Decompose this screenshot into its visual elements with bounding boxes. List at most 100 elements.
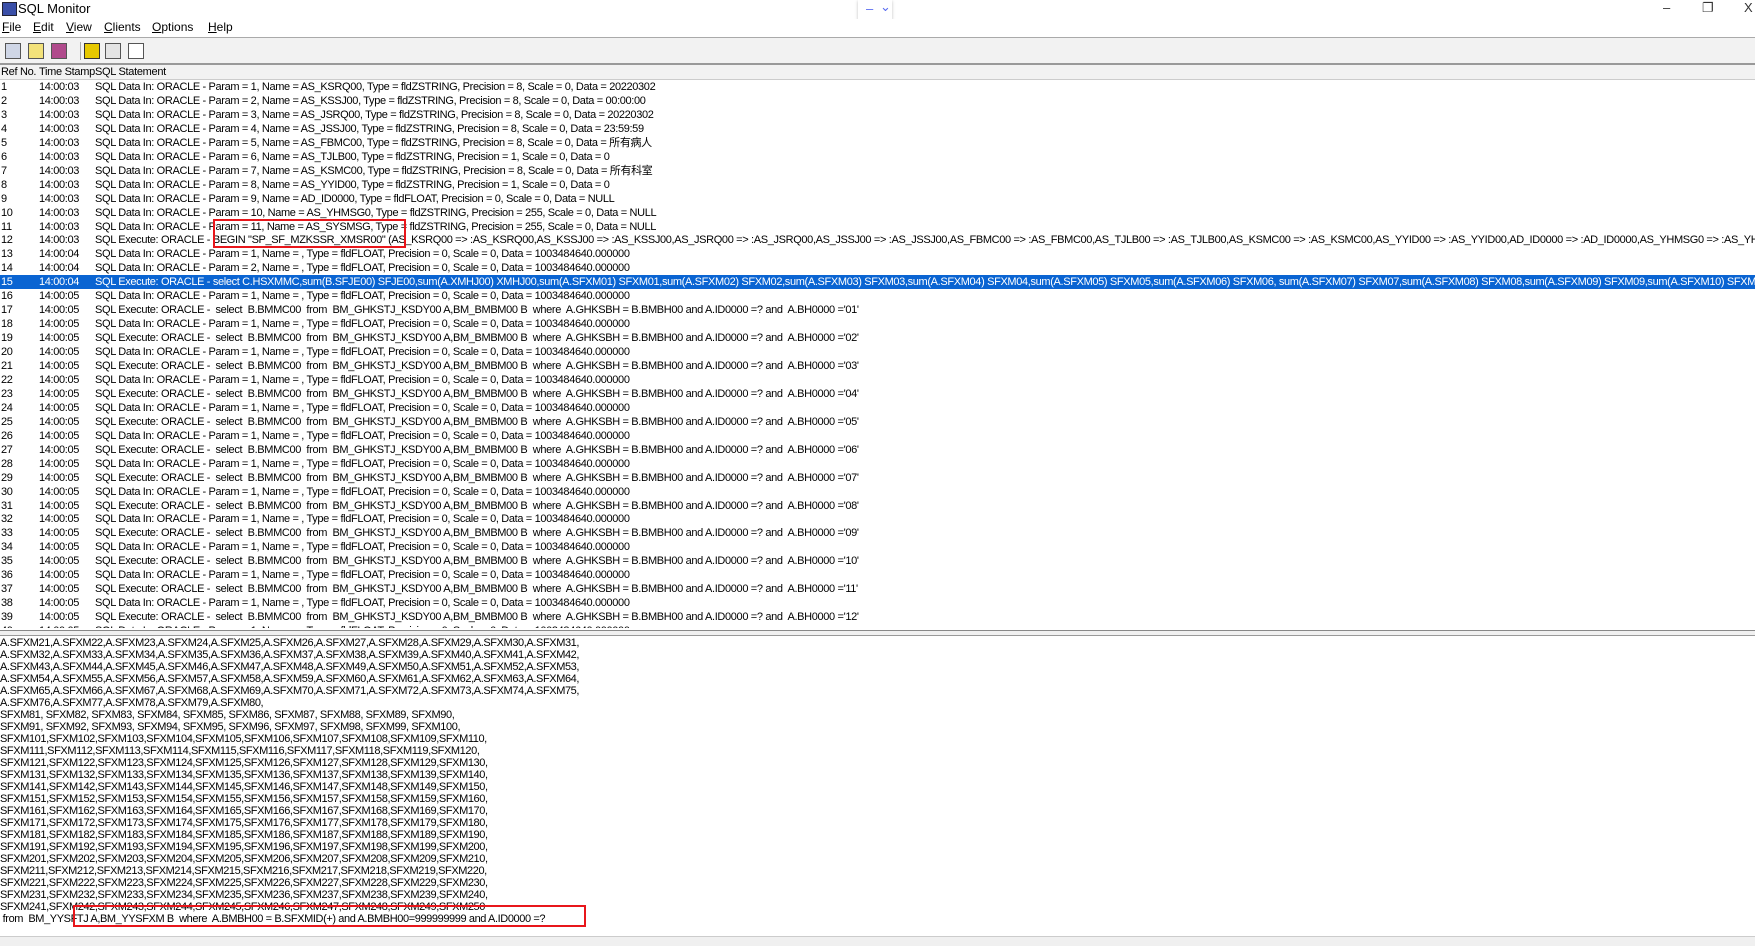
table-row[interactable]: 17 14:00:05 SQL Execute: ORACLE - select B…: [0, 303, 1755, 317]
table-row[interactable]: 29 14:00:05 SQL Execute: ORACLE - select B…: [0, 471, 1755, 485]
menu-clients[interactable]: Clients: [104, 20, 141, 34]
table-row[interactable]: 37 14:00:05 SQL Execute: ORACLE - select B…: [0, 582, 1755, 596]
table-row[interactable]: 13 14:00:04 SQL Data In: ORACLE - Param = …: [0, 247, 1755, 261]
column-ref-no[interactable]: Ref No.: [1, 66, 37, 78]
save-log-icon[interactable]: [5, 43, 21, 59]
table-row[interactable]: 4 14:00:03 SQL Data In: ORACLE - Param = 4…: [0, 122, 1755, 136]
cell-time-stamp: 14:00:05: [39, 443, 80, 456]
table-row[interactable]: 8 14:00:03 SQL Data In: ORACLE - Param = 8…: [0, 178, 1755, 192]
table-row[interactable]: 30 14:00:05 SQL Data In: ORACLE - Param = …: [0, 485, 1755, 499]
checklist-icon[interactable]: [128, 43, 144, 59]
table-row[interactable]: 15 14:00:04 SQL Execute: ORACLE - select C…: [0, 275, 1755, 290]
table-row[interactable]: 36 14:00:05 SQL Data In: ORACLE - Param = …: [0, 568, 1755, 582]
table-row[interactable]: 26 14:00:05 SQL Data In: ORACLE - Param = …: [0, 429, 1755, 443]
table-row[interactable]: 38 14:00:05 SQL Data In: ORACLE - Param = …: [0, 596, 1755, 610]
table-row[interactable]: 1 14:00:03 SQL Data In: ORACLE - Param = 1…: [0, 80, 1755, 94]
cell-time-stamp: 14:00:05: [39, 401, 80, 414]
table-row[interactable]: 14 14:00:04 SQL Data In: ORACLE - Param = …: [0, 261, 1755, 275]
pause-icon[interactable]: [84, 43, 100, 59]
cell-ref-no: 40: [1, 624, 13, 628]
cell-time-stamp: 14:00:05: [39, 457, 80, 470]
pane-splitter[interactable]: [0, 630, 1755, 636]
cell-sql-statement: SQL Data In: ORACLE - Param = 1, Name = …: [95, 290, 630, 303]
table-row[interactable]: 11 14:00:03 SQL Data In: ORACLE - Param = …: [0, 220, 1755, 234]
cell-time-stamp: 14:00:03: [39, 136, 80, 149]
sql-detail-pane[interactable]: A.SFXM21,A.SFXM22,A.SFXM23,A.SFXM24,A.SF…: [0, 637, 1755, 933]
table-row[interactable]: 20 14:00:05 SQL Data In: ORACLE - Param = …: [0, 345, 1755, 359]
column-time-stamp[interactable]: Time Stamp: [39, 66, 95, 78]
menu-file[interactable]: File: [2, 20, 21, 34]
clear-icon[interactable]: [51, 43, 67, 59]
menu-view[interactable]: View: [66, 20, 92, 34]
table-row[interactable]: 18 14:00:05 SQL Data In: ORACLE - Param = …: [0, 317, 1755, 331]
window-title: SQL Monitor: [18, 1, 91, 16]
chevron-down-icon[interactable]: ⌄: [880, 0, 891, 15]
table-row[interactable]: 35 14:00:05 SQL Execute: ORACLE - select B…: [0, 554, 1755, 568]
table-row[interactable]: 31 14:00:05 SQL Execute: ORACLE - select B…: [0, 499, 1755, 513]
table-row[interactable]: 5 14:00:03 SQL Data In: ORACLE - Param = 5…: [0, 136, 1755, 150]
cell-ref-no: 36: [1, 569, 13, 582]
detail-line: SFXM81, SFXM82, SFXM83, SFXM84, SFXM85, …: [0, 709, 455, 721]
cell-time-stamp: 14:00:05: [39, 597, 80, 610]
table-row[interactable]: 34 14:00:05 SQL Data In: ORACLE - Param = …: [0, 540, 1755, 554]
cell-time-stamp: 14:00:05: [39, 513, 80, 526]
table-row[interactable]: 21 14:00:05 SQL Execute: ORACLE - select B…: [0, 359, 1755, 373]
table-row[interactable]: 22 14:00:05 SQL Data In: ORACLE - Param = …: [0, 373, 1755, 387]
table-row[interactable]: 12 14:00:03 SQL Execute: ORACLE - BEGIN "S…: [0, 233, 1755, 247]
detail-line: A.SFXM76,A.SFXM77,A.SFXM78,A.SFXM79,A.SF…: [0, 697, 264, 709]
table-row[interactable]: 25 14:00:05 SQL Execute: ORACLE - select B…: [0, 415, 1755, 429]
cell-time-stamp: 14:00:05: [39, 290, 80, 303]
table-row[interactable]: 32 14:00:05 SQL Data In: ORACLE - Param = …: [0, 512, 1755, 526]
trace-options-icon[interactable]: [105, 43, 121, 59]
cell-sql-statement: SQL Data In: ORACLE - Param = 7, Name = …: [95, 164, 653, 177]
detail-line: SFXM201,SFXM202,SFXM203,SFXM204,SFXM205,…: [0, 853, 488, 865]
cell-time-stamp: 14:00:05: [39, 583, 80, 596]
table-row[interactable]: 39 14:00:05 SQL Execute: ORACLE - select B…: [0, 610, 1755, 624]
cell-sql-statement: SQL Execute: ORACLE - select B.BMMC00 fr…: [95, 443, 859, 456]
cell-sql-statement: SQL Data In: ORACLE - Param = 1, Name = …: [95, 541, 630, 554]
cell-sql-statement: SQL Data In: ORACLE - Param = 5, Name = …: [95, 136, 652, 149]
table-row[interactable]: 6 14:00:03 SQL Data In: ORACLE - Param = 6…: [0, 150, 1755, 164]
detail-line: A.SFXM54,A.SFXM55,A.SFXM56,A.SFXM57,A.SF…: [0, 673, 580, 685]
minimize-button[interactable]: –: [1663, 0, 1670, 15]
cell-time-stamp: 14:00:04: [39, 276, 80, 289]
table-row[interactable]: 7 14:00:03 SQL Data In: ORACLE - Param = 7…: [0, 164, 1755, 178]
cell-ref-no: 34: [1, 541, 13, 554]
close-button[interactable]: X: [1744, 0, 1753, 15]
cell-ref-no: 20: [1, 346, 13, 359]
table-row[interactable]: 9 14:00:03 SQL Data In: ORACLE - Param = 9…: [0, 192, 1755, 206]
menu-help[interactable]: Help: [208, 20, 233, 34]
column-sql-statement[interactable]: SQL Statement: [95, 66, 166, 78]
table-row[interactable]: 23 14:00:05 SQL Execute: ORACLE - select B…: [0, 387, 1755, 401]
minus-icon[interactable]: –: [866, 1, 873, 16]
cell-ref-no: 32: [1, 513, 13, 526]
cell-sql-statement: SQL Data In: ORACLE - Param = 1, Name = …: [95, 569, 630, 582]
table-row[interactable]: 40 14:00:05 SQL Data In: ORACLE - Param = …: [0, 624, 1755, 628]
table-row[interactable]: 16 14:00:05 SQL Data In: ORACLE - Param = …: [0, 289, 1755, 303]
table-row[interactable]: 10 14:00:03 SQL Data In: ORACLE - Param = …: [0, 206, 1755, 220]
detail-line: SFXM181,SFXM182,SFXM183,SFXM184,SFXM185,…: [0, 829, 488, 841]
table-row[interactable]: 28 14:00:05 SQL Data In: ORACLE - Param = …: [0, 457, 1755, 471]
cell-ref-no: 14: [1, 262, 13, 275]
cell-sql-statement: SQL Data In: ORACLE - Param = 6, Name = …: [95, 150, 610, 163]
menu-options[interactable]: Options: [152, 20, 193, 34]
table-row[interactable]: 19 14:00:05 SQL Execute: ORACLE - select B…: [0, 331, 1755, 345]
table-row[interactable]: 3 14:00:03 SQL Data In: ORACLE - Param = 3…: [0, 108, 1755, 122]
table-row[interactable]: 24 14:00:05 SQL Data In: ORACLE - Param = …: [0, 401, 1755, 415]
cell-time-stamp: 14:00:05: [39, 304, 80, 317]
cell-sql-statement: SQL Data In: ORACLE - Param = 3, Name = …: [95, 108, 654, 121]
table-row[interactable]: 2 14:00:03 SQL Data In: ORACLE - Param = 2…: [0, 94, 1755, 108]
cell-ref-no: 24: [1, 401, 13, 414]
cell-time-stamp: 14:00:03: [39, 164, 80, 177]
cell-sql-statement: SQL Data In: ORACLE - Param = 1, Name = …: [95, 513, 630, 526]
table-row[interactable]: 33 14:00:05 SQL Execute: ORACLE - select B…: [0, 526, 1755, 540]
cell-ref-no: 30: [1, 485, 13, 498]
sql-log-list[interactable]: 1 14:00:03 SQL Data In: ORACLE - Param = 1…: [0, 80, 1755, 628]
cell-sql-statement: SQL Execute: ORACLE - select B.BMMC00 fr…: [95, 555, 859, 568]
copy-icon[interactable]: [28, 43, 44, 59]
detail-line: A.SFXM65,A.SFXM66,A.SFXM67,A.SFXM68,A.SF…: [0, 685, 580, 697]
table-row[interactable]: 27 14:00:05 SQL Execute: ORACLE - select B…: [0, 443, 1755, 457]
menu-edit[interactable]: Edit: [33, 20, 54, 34]
cell-time-stamp: 14:00:03: [39, 192, 80, 205]
restore-button[interactable]: ❐: [1702, 0, 1714, 16]
